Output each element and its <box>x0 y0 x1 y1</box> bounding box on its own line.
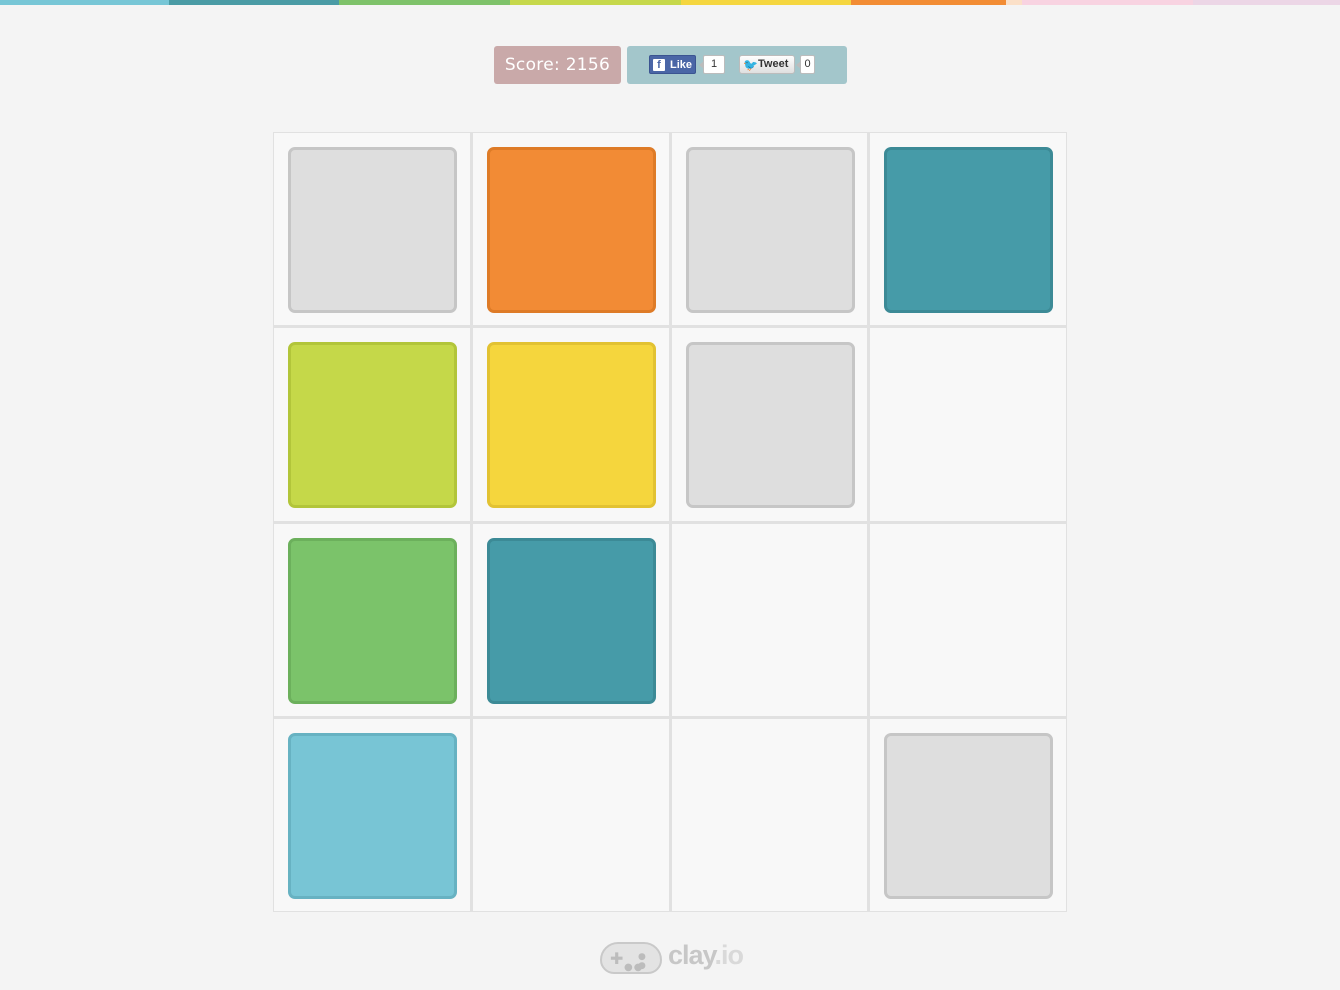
stripe-segment <box>1193 0 1340 5</box>
board-cell[interactable] <box>870 133 1066 326</box>
tile-teal[interactable] <box>486 537 656 704</box>
board-cell[interactable] <box>274 718 470 911</box>
board-cell[interactable] <box>274 328 470 521</box>
tile-gray[interactable] <box>685 342 855 509</box>
stripe-segment <box>1006 0 1022 5</box>
stripe-segment <box>1022 0 1193 5</box>
tweet-button[interactable]: 🐦 Tweet <box>739 55 795 74</box>
board-cell[interactable] <box>671 133 868 326</box>
tile-gray[interactable] <box>685 147 855 313</box>
clay-io-logo[interactable]: ✚ ● ● ●● clay.io <box>600 934 750 978</box>
tile-teal[interactable] <box>884 147 1054 313</box>
facebook-like-button[interactable]: f Like <box>649 55 696 74</box>
header-bar: Score: 2156 f Like 1 🐦 Tweet 0 <box>494 46 847 84</box>
tile-lime[interactable] <box>288 342 457 509</box>
tile-green[interactable] <box>288 537 457 704</box>
board-cell[interactable] <box>870 718 1066 911</box>
board-cell[interactable] <box>274 523 470 716</box>
social-share-panel: f Like 1 🐦 Tweet 0 <box>627 46 847 84</box>
tile-yellow[interactable] <box>486 342 656 509</box>
facebook-like-label: Like <box>670 59 693 71</box>
stripe-segment <box>169 0 339 5</box>
top-color-stripe <box>0 0 1340 5</box>
game-board[interactable] <box>273 132 1067 912</box>
board-cell[interactable] <box>671 523 868 716</box>
board-cell[interactable] <box>472 133 669 326</box>
tile-orange[interactable] <box>486 147 656 313</box>
facebook-like-count: 1 <box>699 55 725 74</box>
clay-io-wordmark: clay.io <box>668 940 744 970</box>
gamepad-icon: ✚ ● ● ●● <box>600 942 662 974</box>
stripe-segment <box>0 0 169 5</box>
tile-gray[interactable] <box>288 147 457 313</box>
board-cell[interactable] <box>472 523 669 716</box>
stripe-segment <box>339 0 510 5</box>
tweet-count: 0 <box>796 55 815 74</box>
board-cell[interactable] <box>870 523 1066 716</box>
board-cell[interactable] <box>472 718 669 911</box>
tile-gray[interactable] <box>884 732 1054 899</box>
stripe-segment <box>851 0 1006 5</box>
board-cell[interactable] <box>671 328 868 521</box>
stripe-segment <box>510 0 681 5</box>
board-cell[interactable] <box>274 133 470 326</box>
board-cell[interactable] <box>671 718 868 911</box>
tile-lightblue[interactable] <box>288 732 457 899</box>
board-cell[interactable] <box>870 328 1066 521</box>
score-display: Score: 2156 <box>494 46 621 84</box>
twitter-bird-icon: 🐦 <box>743 58 758 72</box>
facebook-icon: f <box>653 59 665 71</box>
board-cell[interactable] <box>472 328 669 521</box>
tweet-label: Tweet <box>758 58 789 70</box>
stripe-segment <box>681 0 851 5</box>
